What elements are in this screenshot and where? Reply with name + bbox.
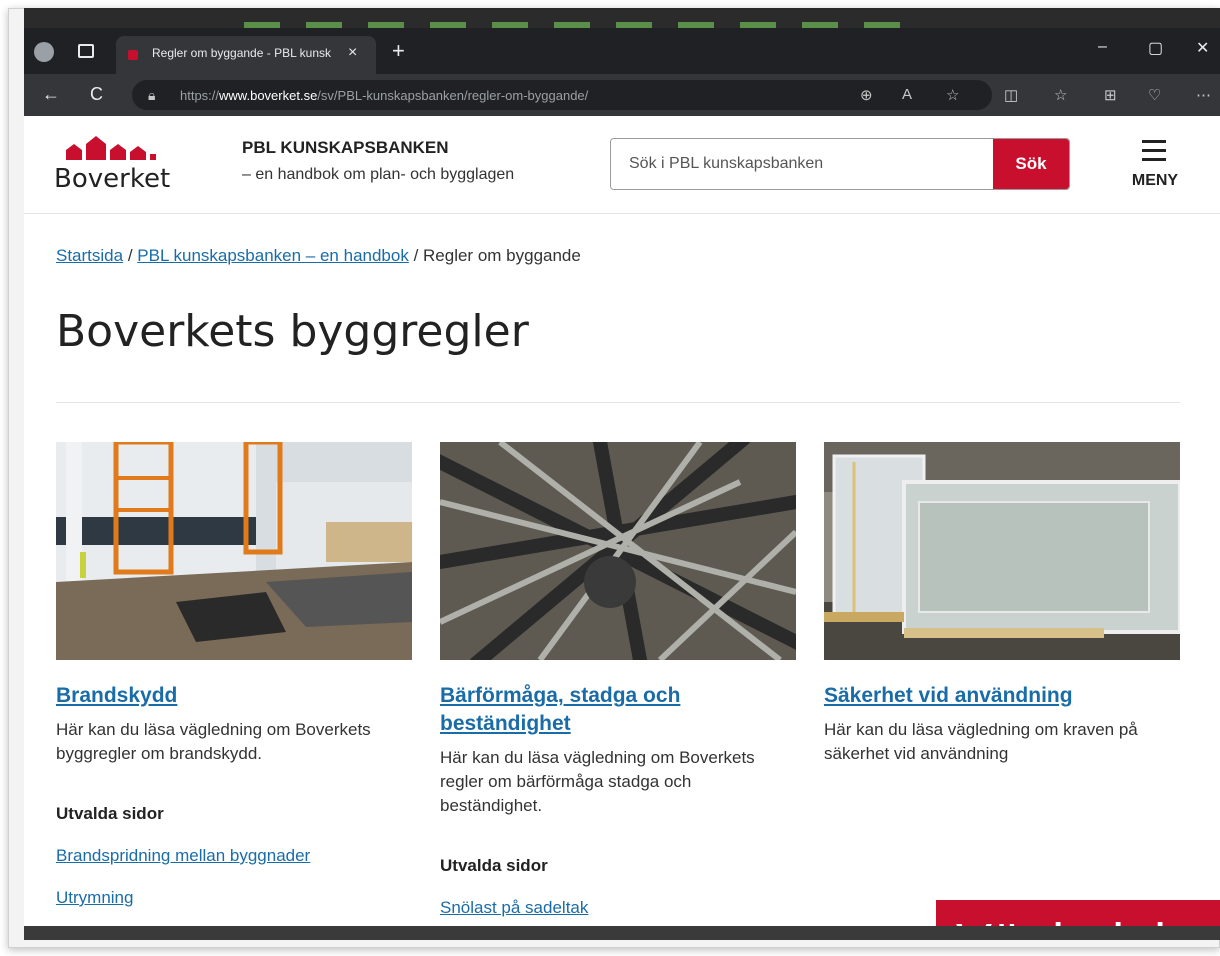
breadcrumb-home-link[interactable]: Startsida: [56, 246, 123, 265]
boverket-logo[interactable]: Boverket: [54, 134, 184, 194]
logo-text: Boverket: [54, 164, 171, 194]
breadcrumb-parent-link[interactable]: PBL kunskapsbanken – en handbok: [137, 246, 409, 265]
site-header: Boverket PBL KUNSKAPSBANKEN – en handbok…: [24, 116, 1220, 214]
card-description: Här kan du läsa vägledning om Boverkets …: [56, 720, 371, 763]
brandskydd-image[interactable]: [56, 442, 412, 660]
breadcrumb-current: Regler om byggande: [423, 246, 581, 265]
tab-close-icon[interactable]: ×: [348, 44, 357, 62]
search-input[interactable]: [611, 139, 997, 189]
lock-icon: 🔒︎: [148, 87, 156, 103]
maximize-button[interactable]: ▢: [1148, 38, 1163, 58]
featured-link[interactable]: Brandspridning mellan byggnader: [56, 846, 412, 866]
card-description: Här kan du läsa vägledning om kraven på …: [824, 720, 1138, 763]
card-title-link[interactable]: Säkerhet vid användning: [824, 682, 1180, 710]
active-tab[interactable]: Regler om byggande - PBL kunsk ×: [116, 36, 376, 74]
health-icon[interactable]: ♡: [1148, 86, 1161, 104]
search-button[interactable]: Sök: [993, 139, 1069, 189]
featured-link[interactable]: Snölast på sadeltak: [440, 898, 796, 918]
menu-label: MENY: [1131, 172, 1179, 189]
browser-window: Regler om byggande - PBL kunsk × + – ▢ ✕…: [24, 28, 1220, 936]
background-window-strip: [24, 8, 1220, 28]
sakerhet-image[interactable]: [824, 442, 1180, 660]
read-aloud-icon[interactable]: A: [902, 86, 912, 103]
favorites-icon[interactable]: ☆: [1054, 86, 1067, 104]
search-box: Sök: [610, 138, 1070, 190]
tab-bar: Regler om byggande - PBL kunsk × + – ▢ ✕: [24, 28, 1220, 74]
featured-link[interactable]: Utrymning: [56, 888, 412, 908]
taskbar-strip: [24, 926, 1220, 940]
address-bar: ← C 🔒︎ https://www.boverket.se/sv/PBL-ku…: [24, 74, 1220, 116]
menu-button[interactable]: MENY: [1120, 138, 1190, 198]
portal-subtitle: – en handbok om plan- och bygglagen: [242, 166, 515, 183]
featured-heading: Utvalda sidor: [440, 856, 548, 875]
back-button[interactable]: ←: [42, 84, 60, 105]
portal-title: PBL KUNSKAPSBANKEN: [242, 138, 449, 157]
featured-heading: Utvalda sidor: [56, 804, 164, 823]
favorite-star-icon[interactable]: ☆: [946, 86, 959, 104]
new-tab-button[interactable]: +: [392, 38, 405, 64]
more-icon[interactable]: ⋯: [1196, 86, 1211, 104]
close-window-button[interactable]: ✕: [1196, 38, 1209, 58]
card-sakerhet: Säkerhet vid användning Här kan du läsa …: [824, 442, 1180, 766]
profile-icon[interactable]: [34, 42, 54, 62]
reload-button[interactable]: C: [90, 84, 103, 105]
card-brandskydd: Brandskydd Här kan du läsa vägledning om…: [56, 442, 412, 908]
page-title: Boverkets byggregler: [56, 306, 529, 357]
card-title-link[interactable]: Bärförmåga, stadga och beständighet: [440, 682, 796, 738]
url-text: https://www.boverket.se/sv/PBL-kunskapsb…: [180, 88, 589, 103]
collections-icon[interactable]: ⊞: [1104, 86, 1117, 104]
minimize-button[interactable]: –: [1098, 38, 1107, 56]
barformaga-image[interactable]: [440, 442, 796, 660]
favicon-icon: [128, 50, 138, 60]
card-description: Här kan du läsa vägledning om Boverkets …: [440, 748, 755, 815]
tab-title: Regler om byggande - PBL kunsk: [152, 46, 331, 60]
breadcrumb: Startsida / PBL kunskapsbanken – en hand…: [56, 246, 581, 265]
zoom-icon[interactable]: ⊕: [860, 86, 873, 104]
logo-houses-icon: [66, 136, 156, 160]
divider: [56, 402, 1180, 403]
tab-actions-icon[interactable]: [78, 44, 94, 58]
hamburger-icon: [1142, 140, 1166, 162]
card-barformaga: Bärförmåga, stadga och beständighet Här …: [440, 442, 796, 918]
split-screen-icon[interactable]: ◫: [1004, 86, 1018, 104]
card-title-link[interactable]: Brandskydd: [56, 682, 412, 710]
page-content: Boverket PBL KUNSKAPSBANKEN – en handbok…: [24, 116, 1220, 936]
